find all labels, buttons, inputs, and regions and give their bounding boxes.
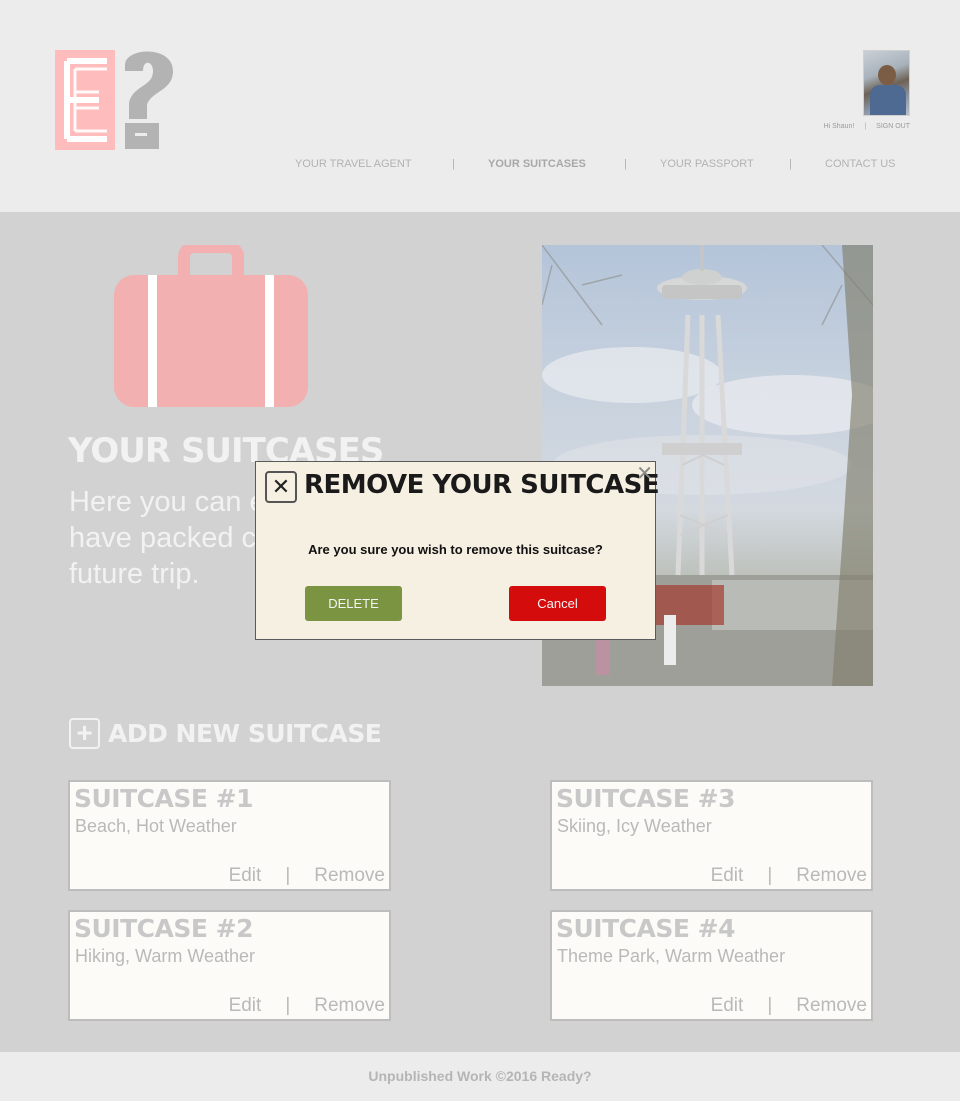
suitcase-title: SUITCASE #4 [556,914,736,943]
edit-link[interactable]: Edit [229,995,262,1017]
suitcase-actions: Edit | Remove [711,995,867,1017]
sign-out-link[interactable]: SIGN OUT [876,123,910,130]
remove-link[interactable]: Remove [314,995,385,1017]
suitcase-actions: Edit | Remove [229,865,385,887]
dialog-title: REMOVE YOUR SUITCASE [304,470,660,500]
action-separator: | [767,865,773,886]
cancel-button[interactable]: Cancel [509,586,606,621]
remove-link[interactable]: Remove [796,865,867,887]
user-links: Hi Shaun! | SIGN OUT [824,123,910,130]
user-links-separator: | [864,123,867,130]
nav-item-travel-agent[interactable]: YOUR TRAVEL AGENT [295,158,412,170]
edit-link[interactable]: Edit [229,865,262,887]
suitcase-card-3: SUITCASE #3 Skiing, Icy Weather Edit | R… [550,780,873,891]
user-avatar[interactable] [863,50,910,116]
user-greeting: Hi Shaun! [823,123,855,130]
dialog-close-icon[interactable]: ✕ [636,461,653,486]
suitcase-actions: Edit | Remove [229,995,385,1017]
suitcase-actions: Edit | Remove [711,865,867,887]
suitcase-icon [114,245,308,407]
action-separator: | [285,865,291,886]
plus-icon: + [69,718,100,749]
site-logo[interactable] [55,47,177,151]
suitcase-card-2: SUITCASE #2 Hiking, Warm Weather Edit | … [68,910,391,1021]
footer-text: Unpublished Work ©2016 Ready? [368,1068,592,1084]
site-footer: Unpublished Work ©2016 Ready? [0,1052,960,1101]
edit-link[interactable]: Edit [711,865,744,887]
add-new-suitcase-label: ADD NEW SUITCASE [108,719,382,748]
suitcase-description: Hiking, Warm Weather [75,946,256,966]
remove-link[interactable]: Remove [796,995,867,1017]
suitcase-card-4: SUITCASE #4 Theme Park, Warm Weather Edi… [550,910,873,1021]
action-separator: | [767,995,773,1016]
site-header: Hi Shaun! | SIGN OUT YOUR TRAVEL AGENT |… [0,0,960,212]
delete-button[interactable]: DELETE [305,586,402,621]
nav-separator: | [789,158,792,170]
action-separator: | [285,995,291,1016]
edit-link[interactable]: Edit [711,995,744,1017]
suitcase-title: SUITCASE #1 [74,784,254,813]
nav-separator: | [624,158,627,170]
add-new-suitcase-button[interactable]: + ADD NEW SUITCASE [69,718,382,749]
nav-separator: | [452,158,455,170]
dialog-question: Are you sure you wish to remove this sui… [308,542,603,557]
main-nav: YOUR TRAVEL AGENT | YOUR SUITCASES | YOU… [0,158,960,172]
suitcase-title: SUITCASE #2 [74,914,254,943]
close-icon[interactable]: ✕ [265,471,297,503]
suitcase-title: SUITCASE #3 [556,784,736,813]
suitcase-card-1: SUITCASE #1 Beach, Hot Weather Edit | Re… [68,780,391,891]
suitcase-description: Theme Park, Warm Weather [557,946,786,966]
remove-link[interactable]: Remove [314,865,385,887]
nav-item-contact[interactable]: CONTACT US [825,158,896,170]
nav-item-suitcases[interactable]: YOUR SUITCASES [488,158,586,170]
nav-item-passport[interactable]: YOUR PASSPORT [660,158,754,170]
remove-suitcase-dialog: ✕ REMOVE YOUR SUITCASE ✕ Are you sure yo… [255,461,660,640]
suitcase-description: Beach, Hot Weather [75,816,237,836]
suitcase-description: Skiing, Icy Weather [557,816,712,836]
